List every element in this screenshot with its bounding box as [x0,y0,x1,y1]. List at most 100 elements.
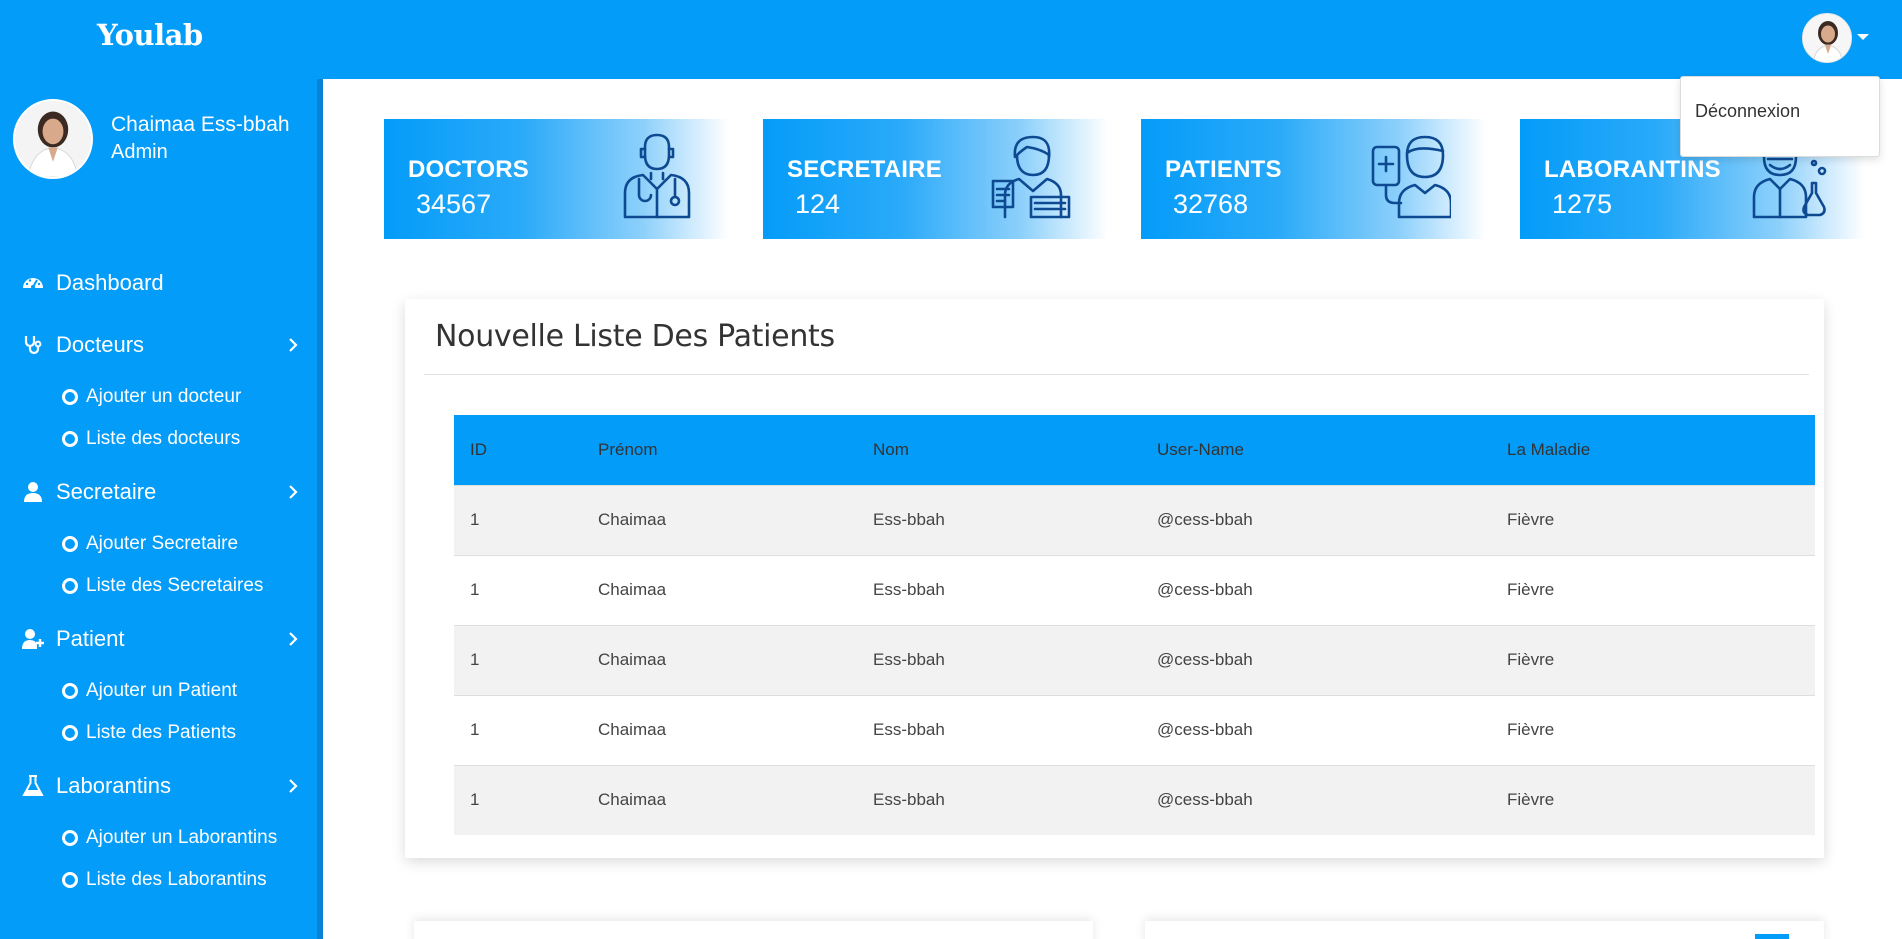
chevron-right-icon [289,338,298,352]
column-header-id[interactable]: ID [454,415,582,485]
submenu-list-secretaries[interactable]: Liste des Secretaires [62,573,263,599]
chevron-right-icon [289,485,298,499]
circle-icon [62,389,78,405]
circle-icon [62,578,78,594]
submenu-add-secretary[interactable]: Ajouter Secretaire [62,531,238,557]
profile-name: Chaimaa Ess-bbah [111,113,290,136]
user-icon [22,481,44,503]
sidebar-item-label: Dashboard [56,270,164,295]
table-row[interactable]: 1 Chaimaa Ess-bbah @cess-bbah Fièvre [454,695,1815,765]
cell-username: @cess-bbah [1157,650,1253,669]
sidebar-item-label: Patient [56,626,125,651]
stat-card-doctors[interactable]: DOCTORS 34567 [384,119,729,239]
cell-prenom: Chaimaa [598,510,667,529]
panel-accent [1755,934,1789,939]
table-row[interactable]: 1 Chaimaa Ess-bbah @cess-bbah Fièvre [454,625,1815,695]
submenu-label: Ajouter un docteur [86,386,242,407]
stat-card-count: 1275 [1552,189,1613,219]
circle-icon [62,536,78,552]
submenu-label: Ajouter un Laborantins [86,827,278,848]
submenu-add-doctor[interactable]: Ajouter un docteur [62,384,241,410]
top-navbar: Youlab [0,0,1902,79]
user-dropdown-menu: Déconnexion [1680,76,1880,157]
bottom-panel-right [1145,921,1824,939]
divider [424,374,1809,375]
stat-card-patients[interactable]: PATIENTS 32768 [1141,119,1486,239]
cell-prenom: Chaimaa [598,790,667,810]
circle-icon [62,830,78,846]
cell-prenom: Chaimaa [598,580,667,599]
cell-nom: Ess-bbah [873,650,945,669]
submenu-list-doctors[interactable]: Liste des docteurs [62,426,240,452]
submenu-label: Liste des docteurs [86,428,241,449]
cell-id: 1 [470,650,480,669]
sidebar-item-laborantins[interactable]: Laborantins [22,770,302,802]
stat-card-count: 34567 [416,189,492,219]
stat-card-title: PATIENTS [1165,156,1282,183]
cell-username: @cess-bbah [1157,580,1253,599]
cell-maladie: Fièvre [1507,650,1555,669]
submenu-add-patient[interactable]: Ajouter un Patient [62,678,237,704]
table-row[interactable]: 1 Chaimaa Ess-bbah @cess-bbah Fièvre [454,485,1815,555]
cell-maladie: Fièvre [1507,720,1555,739]
stat-card-count: 124 [795,189,841,219]
stat-card-title: DOCTORS [408,156,529,183]
patients-panel: Nouvelle Liste Des Patients ID Prénom No… [405,299,1824,858]
cell-id: 1 [470,790,480,810]
circle-icon [62,683,78,699]
chevron-down-icon[interactable] [1857,34,1869,40]
cell-maladie: Fièvre [1507,790,1555,810]
sidebar: Chaimaa Ess-bbah Admin Dashboard Docteur… [0,79,317,939]
circle-icon [62,431,78,447]
column-header-username[interactable]: User-Name [1141,415,1491,485]
table-header-row: ID Prénom Nom User-Name La Maladie [454,415,1815,485]
cell-nom: Ess-bbah [873,580,945,599]
sidebar-item-dashboard[interactable]: Dashboard [22,267,302,299]
chevron-right-icon [289,632,298,646]
logout-menu-item[interactable]: Déconnexion [1695,101,1800,122]
table-row[interactable]: 1 Chaimaa Ess-bbah @cess-bbah Fièvre [454,555,1815,625]
secretary-icon [991,133,1071,219]
stat-card-secretaire[interactable]: SECRETAIRE 124 [763,119,1108,239]
stat-card-count: 32768 [1173,189,1249,219]
doctor-icon [617,133,697,219]
submenu-label: Liste des Secretaires [86,575,264,596]
cell-id: 1 [470,720,480,739]
circle-icon [62,872,78,888]
cell-username: @cess-bbah [1157,720,1253,739]
table-row[interactable]: 1 Chaimaa Ess-bbah @cess-bbah Fièvre [454,765,1815,835]
submenu-label: Ajouter Secretaire [86,533,239,554]
profile-role: Admin [111,141,168,163]
submenu-list-patients[interactable]: Liste des Patients [62,720,236,746]
flask-icon [22,775,44,797]
sidebar-item-label: Secretaire [56,479,157,504]
patients-table: ID Prénom Nom User-Name La Maladie 1 Cha… [454,415,1815,835]
panel-title: Nouvelle Liste Des Patients [435,319,835,354]
user-plus-icon [22,628,44,650]
column-header-prenom[interactable]: Prénom [582,415,857,485]
submenu-label: Liste des Laborantins [86,869,267,890]
sidebar-item-docteurs[interactable]: Docteurs [22,329,302,361]
sidebar-item-secretaire[interactable]: Secretaire [22,476,302,508]
cell-id: 1 [470,580,480,599]
cell-id: 1 [470,510,480,529]
patient-icon [1371,133,1453,219]
submenu-label: Liste des Patients [86,722,236,743]
cell-username: @cess-bbah [1157,510,1253,529]
user-avatar-menu[interactable] [1802,13,1852,63]
cell-maladie: Fièvre [1507,580,1555,599]
circle-icon [62,725,78,741]
cell-prenom: Chaimaa [598,720,667,739]
sidebar-item-patient[interactable]: Patient [22,623,302,655]
chevron-right-icon [289,779,298,793]
profile-avatar [13,99,93,179]
cell-maladie: Fièvre [1507,510,1555,529]
column-header-nom[interactable]: Nom [857,415,1141,485]
submenu-add-lab-technician[interactable]: Ajouter un Laborantins [62,825,277,851]
column-header-maladie[interactable]: La Maladie [1491,415,1815,485]
cell-nom: Ess-bbah [873,510,945,529]
app-brand[interactable]: Youlab [97,18,203,52]
sidebar-item-label: Laborantins [56,773,171,798]
stat-card-title: LABORANTINS [1544,156,1721,183]
submenu-list-lab-technicians[interactable]: Liste des Laborantins [62,867,267,893]
